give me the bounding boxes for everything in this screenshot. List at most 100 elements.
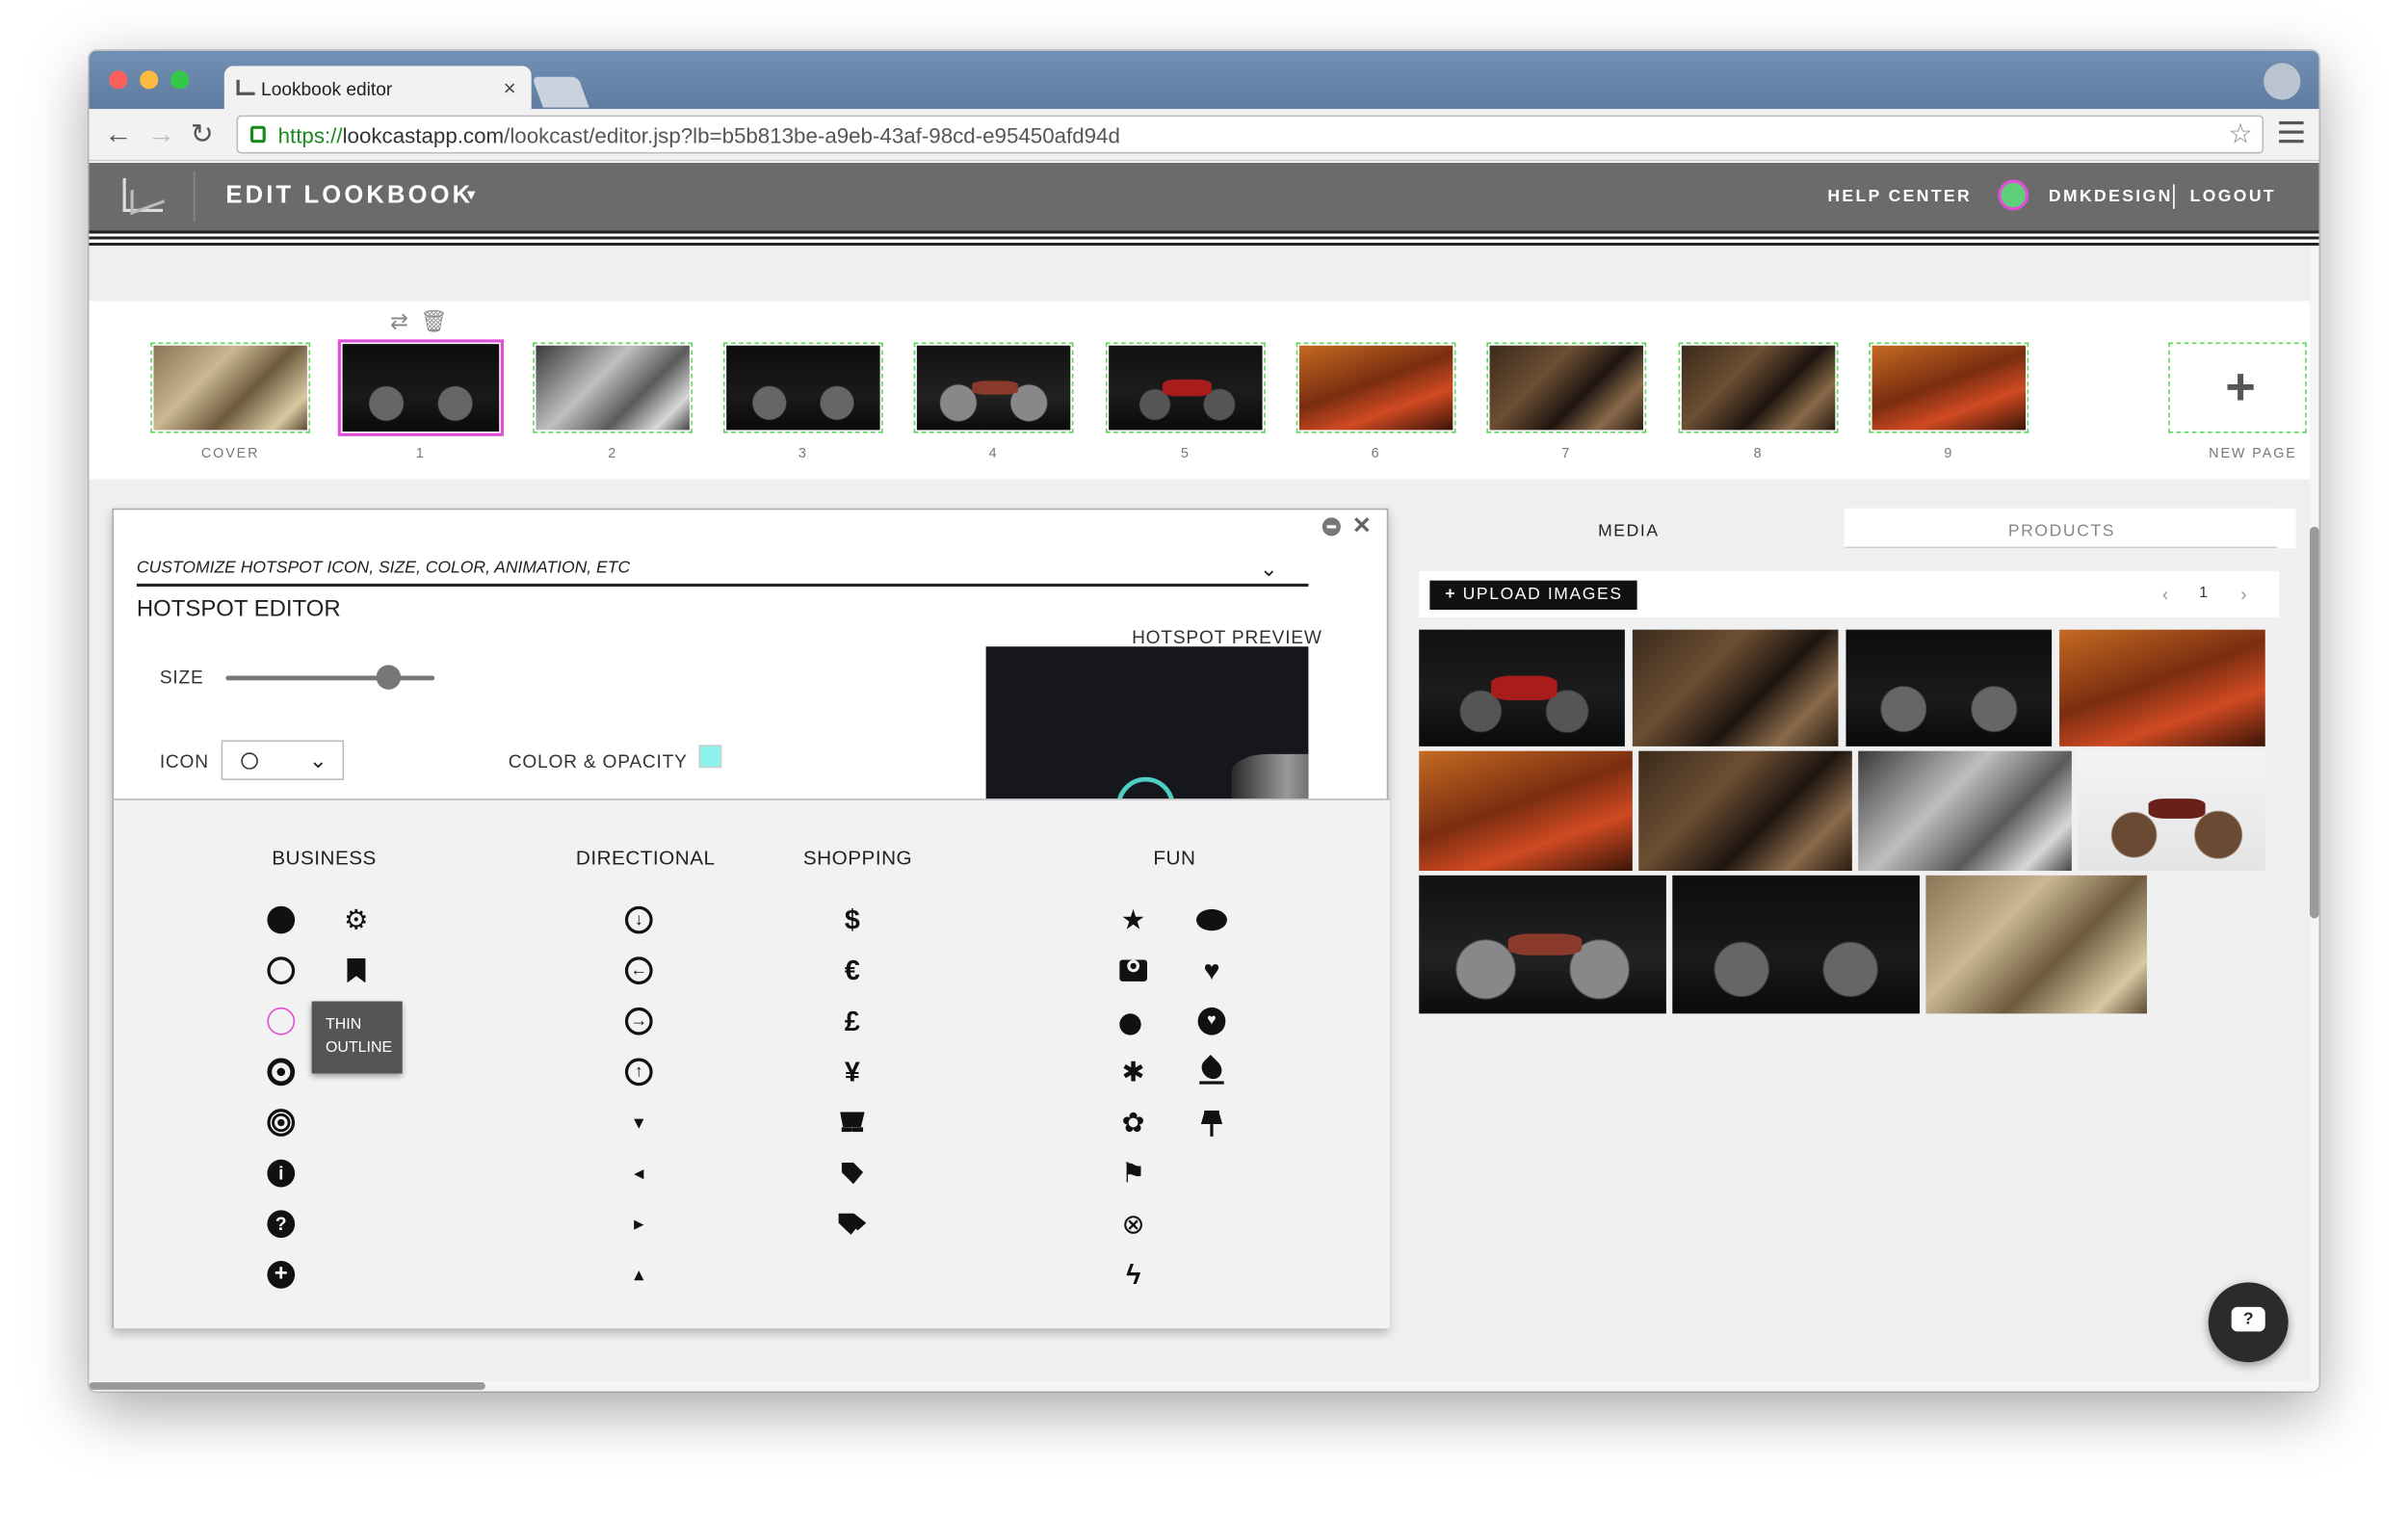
new-tab-button[interactable] [532, 76, 589, 108]
soccer-ball-icon[interactable]: ⊗ [1118, 1209, 1149, 1240]
heart-circle-icon[interactable]: ♥ [1196, 1006, 1227, 1036]
media-image[interactable] [1632, 629, 1839, 746]
outline-circle-icon[interactable] [266, 956, 297, 986]
page-title[interactable]: EDIT LOOKBOOK [225, 183, 473, 211]
url-field[interactable]: https://lookcastapp.com/lookcast/editor.… [236, 115, 2264, 154]
minimize-window-button[interactable] [140, 70, 159, 90]
page-thumb-6[interactable] [1296, 342, 1456, 433]
arrow-circle-down-icon[interactable]: ↓ [623, 904, 654, 935]
arrow-circle-left-icon[interactable]: ← [623, 956, 654, 986]
page-thumb-3[interactable] [722, 342, 883, 433]
title-dropdown-caret-icon[interactable]: ▾ [467, 184, 476, 204]
arrow-circle-right-icon[interactable]: → [623, 1006, 654, 1036]
reload-icon[interactable]: ↻ [191, 118, 214, 150]
dollar-icon[interactable]: $ [837, 904, 868, 935]
icon-select[interactable]: ⌄ [221, 740, 345, 780]
bookmark-icon[interactable] [341, 956, 372, 986]
media-image[interactable] [1925, 875, 2147, 1014]
upload-images-button[interactable]: + UPLOAD IMAGES [1429, 580, 1637, 610]
minimize-icon[interactable] [1322, 517, 1341, 537]
paw-icon[interactable]: ✿ [1118, 1108, 1149, 1139]
media-image[interactable] [2059, 629, 2265, 746]
tag-icon[interactable] [837, 1158, 868, 1189]
media-image[interactable] [2078, 750, 2265, 872]
back-arrow-icon[interactable]: ← [104, 118, 132, 150]
filled-circle-icon[interactable] [266, 904, 297, 935]
pound-icon[interactable]: £ [837, 1006, 868, 1036]
caret-right-icon[interactable]: ▸ [623, 1209, 654, 1240]
delete-page-icon[interactable]: 🗑 [420, 308, 447, 333]
vertical-scroll-thumb[interactable] [2309, 526, 2319, 919]
swap-page-icon[interactable]: ⇄ [390, 308, 408, 333]
info-icon[interactable]: i [266, 1158, 297, 1189]
zoom-window-button[interactable] [170, 70, 190, 90]
media-image[interactable] [1845, 629, 2053, 746]
caret-left-icon[interactable]: ◂ [623, 1158, 654, 1189]
horizontal-scroll-thumb[interactable] [89, 1381, 485, 1390]
star-icon[interactable]: ★ [1118, 904, 1149, 935]
page-thumb-2[interactable] [533, 342, 694, 433]
euro-icon[interactable]: € [837, 956, 868, 986]
dot-circle-icon[interactable] [266, 1057, 297, 1087]
horizontal-scrollbar[interactable] [89, 1380, 2310, 1392]
bookmark-star-icon[interactable]: ☆ [2228, 118, 2253, 150]
page-thumb-1-selected[interactable] [337, 339, 504, 436]
browser-tab[interactable]: Lookbook editor × [223, 65, 532, 110]
prev-page-icon[interactable]: ‹ [2162, 584, 2168, 605]
tab-close-icon[interactable]: × [504, 75, 516, 100]
page-thumb-8[interactable] [1678, 342, 1839, 433]
shopping-cart-icon[interactable] [837, 1108, 868, 1139]
page-thumb-cover[interactable] [150, 342, 311, 433]
fire-icon[interactable] [1196, 1055, 1227, 1087]
page-thumb-4[interactable] [913, 342, 1074, 433]
username-link[interactable]: DMKDESIGN [2049, 188, 2173, 206]
camera-icon[interactable] [1118, 956, 1149, 986]
help-center-link[interactable]: HELP CENTER [1827, 188, 1972, 206]
speech-bubble-icon[interactable] [1196, 904, 1227, 935]
pushpin-icon[interactable] [1196, 1108, 1227, 1139]
tags-icon[interactable] [837, 1209, 868, 1240]
question-icon[interactable]: ? [266, 1209, 297, 1240]
media-image[interactable] [1858, 750, 2072, 872]
media-image[interactable] [1419, 629, 1625, 746]
size-slider-handle[interactable] [376, 665, 402, 690]
avatar[interactable] [1998, 179, 2029, 211]
vertical-scrollbar[interactable] [2309, 246, 2319, 1392]
lightning-bolt-icon[interactable]: ϟ [1118, 1259, 1149, 1290]
logout-link[interactable]: LOGOUT [2190, 188, 2276, 206]
media-image[interactable] [1419, 750, 1633, 872]
target-icon[interactable] [266, 1108, 297, 1139]
customize-hotspot-dropdown[interactable]: CUSTOMIZE HOTSPOT ICON, SIZE, COLOR, ANI… [136, 556, 1309, 588]
bug-icon[interactable]: ✱ [1118, 1057, 1149, 1087]
close-window-button[interactable] [109, 70, 128, 90]
arrow-circle-up-icon[interactable]: ↑ [623, 1057, 654, 1087]
page-thumb-9[interactable] [1869, 342, 2029, 433]
yen-icon[interactable]: ¥ [837, 1057, 868, 1087]
browser-menu-icon[interactable] [2279, 120, 2304, 144]
size-slider[interactable] [225, 675, 435, 681]
page-thumb-7[interactable] [1486, 342, 1647, 433]
page-thumb-5[interactable] [1105, 342, 1266, 433]
color-swatch[interactable] [698, 745, 722, 769]
close-icon[interactable]: ✕ [1352, 511, 1372, 539]
thin-outline-circle-icon[interactable] [266, 1006, 297, 1036]
bomb-icon[interactable] [1118, 1006, 1149, 1036]
next-page-icon[interactable]: › [2240, 584, 2246, 605]
tab-media[interactable]: MEDIA [1412, 508, 1845, 549]
media-image[interactable] [1672, 875, 1920, 1014]
lookcast-logo[interactable] [122, 177, 164, 213]
gear-icon[interactable]: ⚙ [341, 904, 372, 935]
caret-up-icon[interactable]: ▴ [623, 1259, 654, 1290]
heart-icon[interactable]: ♥ [1196, 956, 1227, 986]
plus-circle-icon[interactable]: + [266, 1259, 297, 1290]
browser-window: Lookbook editor × ← → ↻ https://lookcast… [89, 50, 2319, 1392]
help-chat-button[interactable]: ? [2208, 1282, 2289, 1363]
new-page-button[interactable]: + [2168, 342, 2307, 433]
tab-products[interactable]: PRODUCTS [1845, 508, 2278, 549]
profile-icon[interactable] [2264, 63, 2301, 100]
forward-arrow-icon[interactable]: → [147, 118, 175, 150]
caret-down-icon[interactable]: ▾ [623, 1108, 654, 1139]
flag-icon[interactable]: ⚑ [1118, 1158, 1149, 1189]
media-image[interactable] [1638, 750, 1852, 872]
media-image[interactable] [1419, 875, 1666, 1014]
